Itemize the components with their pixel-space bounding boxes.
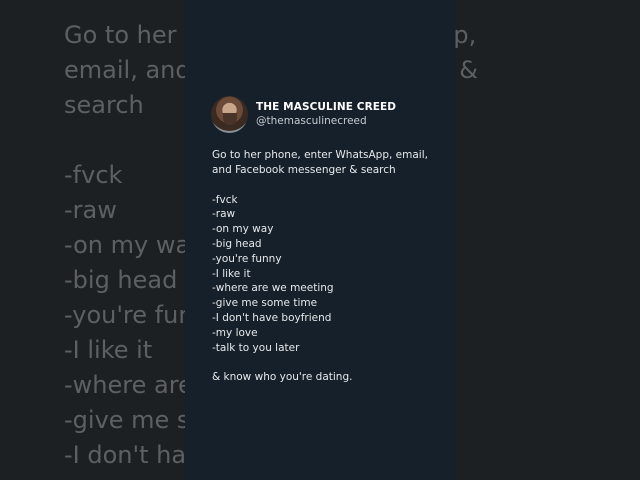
list-item: -I don't have boyfriend bbox=[212, 311, 332, 324]
author-handle[interactable]: @themasculinecreed bbox=[256, 115, 367, 127]
list-item: -talk to you later bbox=[212, 341, 300, 354]
list-item: -big head bbox=[212, 237, 262, 250]
avatar[interactable] bbox=[211, 96, 248, 133]
list-item: -where are we meeting bbox=[212, 282, 334, 295]
list-item: -give me some time bbox=[212, 297, 318, 310]
post-card: THE MASCULINE CREED @themasculinecreed G… bbox=[185, 0, 455, 480]
phrase-list: -fvck -raw -on my way -big head -you're … bbox=[212, 193, 442, 356]
list-item: -you're funny bbox=[212, 252, 282, 265]
post-body: Go to her phone, enter WhatsApp, email, … bbox=[212, 148, 442, 400]
list-item: -my love bbox=[212, 326, 258, 339]
list-item: -fvck bbox=[212, 193, 238, 206]
post-outro: & know who you're dating. bbox=[212, 371, 353, 384]
author-name[interactable]: THE MASCULINE CREED bbox=[256, 101, 396, 113]
list-item: -raw bbox=[212, 208, 236, 221]
list-item: -I like it bbox=[212, 267, 251, 280]
post-header: THE MASCULINE CREED @themasculinecreed bbox=[211, 96, 451, 134]
list-item: -on my way bbox=[212, 223, 274, 236]
post-intro: Go to her phone, enter WhatsApp, email, … bbox=[212, 149, 428, 176]
